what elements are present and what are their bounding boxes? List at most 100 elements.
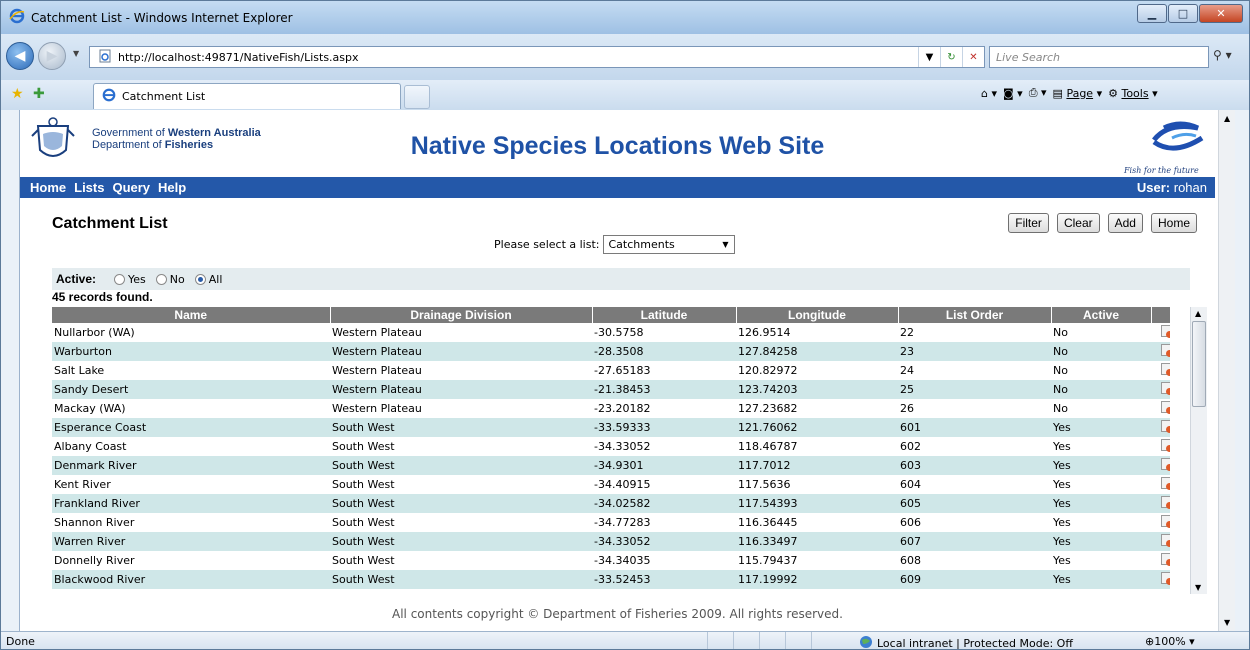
menu-item-home[interactable]: Home	[30, 180, 66, 195]
delete-icon[interactable]	[1161, 477, 1170, 490]
add-button[interactable]: Add	[1107, 213, 1143, 233]
home-button[interactable]: Home	[1150, 213, 1197, 233]
forward-button[interactable]: ▶	[38, 42, 66, 70]
search-input[interactable]: Live Search	[989, 46, 1209, 68]
table-row: Donnelly River South West -34.34035 115.794…	[52, 551, 1170, 570]
recent-pages-dropdown-icon[interactable]: ▼	[73, 49, 79, 58]
tab-catchment-list[interactable]: Catchment List	[93, 83, 401, 109]
cell-drainage-division: South West	[330, 437, 592, 456]
minimize-button[interactable]: ▁	[1137, 4, 1167, 23]
col-longitude[interactable]: Longitude	[736, 307, 899, 323]
table-row: Blackwood River South West -33.52453 117.19…	[52, 570, 1170, 589]
title-bar: Catchment List - Windows Internet Explor…	[1, 1, 1249, 34]
page-content: Government of Western Australia Departme…	[19, 110, 1235, 631]
favorites-star-icon[interactable]: ★	[11, 86, 24, 102]
cell-longitude: 127.23682	[736, 399, 898, 418]
delete-icon[interactable]	[1161, 382, 1170, 395]
home-icon[interactable]: ⌂ ▾	[981, 87, 997, 100]
radio-yes[interactable]	[114, 273, 126, 285]
chevron-down-icon: ▼	[722, 240, 729, 249]
cell-list-order: 609	[898, 570, 1051, 589]
menu-item-help[interactable]: Help	[158, 180, 186, 195]
cell-latitude: -27.65183	[592, 361, 736, 380]
address-bar[interactable]: http://localhost:49871/NativeFish/Lists.…	[89, 46, 985, 68]
page-scroll-up-icon[interactable]: ▲	[1224, 114, 1230, 123]
page-menu[interactable]: ▤ Page ▾	[1053, 87, 1103, 100]
col-list-order[interactable]: List Order	[898, 307, 1052, 323]
url-text[interactable]: http://localhost:49871/NativeFish/Lists.…	[118, 51, 359, 64]
globe-icon	[859, 635, 873, 649]
status-cell	[759, 632, 785, 649]
cell-active: Yes	[1051, 551, 1151, 570]
delete-icon[interactable]	[1161, 534, 1170, 547]
table-row: Esperance Coast South West -33.59333 121.76…	[52, 418, 1170, 437]
filter-button[interactable]: Filter	[1008, 213, 1049, 233]
scroll-thumb[interactable]	[1192, 321, 1206, 407]
status-cell	[733, 632, 759, 649]
delete-icon[interactable]	[1161, 458, 1170, 471]
cell-latitude: -34.33052	[592, 532, 736, 551]
security-zone[interactable]: Local intranet | Protected Mode: Off	[859, 635, 1073, 649]
stop-icon[interactable]: ✕	[962, 47, 984, 67]
cell-name: Albany Coast	[52, 437, 330, 456]
cell-drainage-division: South West	[330, 475, 592, 494]
cell-latitude: -23.20182	[592, 399, 736, 418]
delete-icon[interactable]	[1161, 572, 1170, 585]
cell-drainage-division: South West	[330, 570, 592, 589]
cell-latitude: -30.5758	[592, 323, 736, 342]
tools-menu[interactable]: ⚙ Tools ▾	[1108, 87, 1158, 100]
cell-drainage-division: South West	[330, 551, 592, 570]
row-action	[1151, 551, 1170, 570]
cell-list-order: 24	[898, 361, 1051, 380]
delete-icon[interactable]	[1161, 515, 1170, 528]
search-icon[interactable]: ⚲ ▾	[1213, 48, 1232, 62]
delete-icon[interactable]	[1161, 344, 1170, 357]
feeds-icon[interactable]: ◙ ▾	[1003, 87, 1023, 100]
menu-item-lists[interactable]: Lists	[74, 180, 104, 195]
scroll-down-icon[interactable]: ▼	[1195, 583, 1201, 592]
list-select[interactable]: Catchments ▼	[603, 235, 736, 254]
delete-icon[interactable]	[1161, 401, 1170, 414]
cell-longitude: 117.5636	[736, 475, 898, 494]
close-button[interactable]: ✕	[1199, 4, 1243, 23]
zoom-control[interactable]: ⊕100% ▾	[1145, 635, 1195, 648]
col-latitude[interactable]: Latitude	[592, 307, 737, 323]
radio-no[interactable]	[155, 273, 167, 285]
back-button[interactable]: ◀	[6, 42, 34, 70]
refresh-icon[interactable]: ↻	[940, 47, 962, 67]
clear-button[interactable]: Clear	[1056, 213, 1100, 233]
zoom-level: 100%	[1154, 635, 1186, 648]
grid-scrollbar[interactable]: ▲ ▼	[1190, 307, 1207, 594]
row-action	[1151, 399, 1170, 418]
col-active[interactable]: Active	[1051, 307, 1152, 323]
browser-window: Catchment List - Windows Internet Explor…	[0, 0, 1250, 650]
scroll-up-icon[interactable]: ▲	[1195, 309, 1201, 318]
address-dropdown-icon[interactable]: ▼	[918, 47, 940, 67]
radio-all[interactable]	[194, 273, 206, 285]
delete-icon[interactable]	[1161, 420, 1170, 433]
cell-latitude: -33.52453	[592, 570, 736, 589]
new-tab-button[interactable]	[404, 85, 430, 109]
user-label: User:	[1136, 180, 1171, 195]
ie-logo-icon	[9, 8, 25, 27]
row-action	[1151, 437, 1170, 456]
delete-icon[interactable]	[1161, 439, 1170, 452]
delete-icon[interactable]	[1161, 325, 1170, 338]
add-favorites-icon[interactable]: ✚	[33, 86, 45, 102]
delete-icon[interactable]	[1161, 496, 1170, 509]
user-name: rohan	[1173, 180, 1207, 195]
delete-icon[interactable]	[1161, 553, 1170, 566]
cell-active: No	[1051, 342, 1151, 361]
cell-active: Yes	[1051, 513, 1151, 532]
cell-longitude: 117.19992	[736, 570, 898, 589]
page-scrollbar[interactable]: ▲ ▼	[1218, 110, 1235, 631]
print-icon[interactable]: ⎙ ▾	[1029, 86, 1047, 100]
delete-icon[interactable]	[1161, 363, 1170, 376]
cell-name: Warren River	[52, 532, 330, 551]
col-name[interactable]: Name	[52, 307, 331, 323]
col-drainage-division[interactable]: Drainage Division	[330, 307, 593, 323]
menu-item-query[interactable]: Query	[112, 180, 150, 195]
page-scroll-down-icon[interactable]: ▼	[1224, 618, 1230, 627]
maximize-button[interactable]: □	[1168, 4, 1198, 23]
cell-list-order: 23	[898, 342, 1051, 361]
